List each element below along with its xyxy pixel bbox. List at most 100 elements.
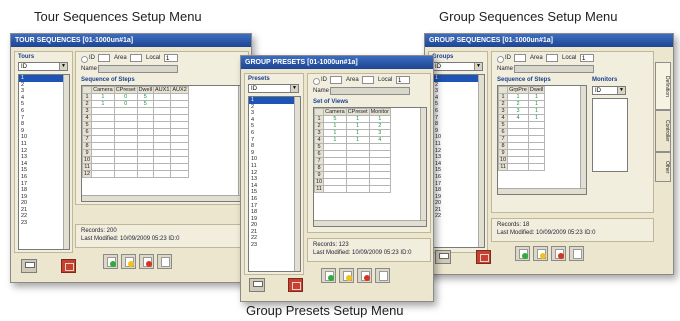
table-cell[interactable] [323,178,347,186]
table-row[interactable]: 8 [82,142,189,150]
steps-grid-hscroll[interactable] [498,188,586,194]
list-item[interactable]: 16 [433,174,484,181]
id-radio[interactable] [313,78,320,85]
table-cell[interactable] [507,163,529,171]
list-item[interactable]: 9 [249,150,300,157]
table-cell[interactable] [323,157,347,165]
column-header[interactable]: CPreset [345,108,370,116]
edit-record-button[interactable] [121,254,136,269]
table-row[interactable]: 1511 [314,115,391,123]
table-cell[interactable] [368,185,391,193]
table-cell[interactable] [170,100,189,108]
local-field[interactable]: 1 [164,54,178,62]
list-item[interactable]: 14 [19,161,69,168]
table-row[interactable]: 2105 [82,100,189,108]
list-item[interactable]: 13 [19,154,69,161]
table-row[interactable]: 11 [314,185,391,193]
table-cell[interactable] [91,142,115,150]
report-button[interactable] [157,254,172,269]
table-cell[interactable]: 4 [507,114,529,122]
list-item[interactable]: 3 [19,88,69,95]
list-item[interactable]: 14 [249,183,300,190]
table-cell[interactable] [136,135,155,143]
close-icon[interactable] [288,278,303,292]
id-radio[interactable] [81,56,88,63]
id-field[interactable] [98,54,110,62]
table-cell[interactable] [153,149,172,157]
table-cell[interactable] [507,149,529,157]
list-item[interactable]: 6 [433,108,484,115]
table-cell[interactable]: 5 [136,100,155,108]
views-grid-hscroll[interactable] [314,220,426,226]
chevron-down-icon[interactable]: ▼ [474,63,482,70]
list-item[interactable]: 21 [433,207,484,214]
list-item[interactable]: 15 [433,167,484,174]
table-cell[interactable] [527,149,546,157]
table-cell[interactable] [153,107,172,115]
tab-controller[interactable]: Controller [655,110,671,152]
table-cell[interactable]: 3 [368,129,391,137]
monitors-list[interactable] [592,98,628,172]
table-row[interactable]: 5 [498,121,546,129]
table-row[interactable]: 9 [82,149,189,157]
list-item[interactable]: 23 [19,220,69,227]
table-cell[interactable] [113,142,138,150]
table-cell[interactable]: 4 [368,136,391,144]
table-row[interactable]: 3 [82,107,189,115]
table-cell[interactable] [136,107,155,115]
printer-icon[interactable] [21,259,37,273]
table-cell[interactable]: 1 [368,115,391,123]
chevron-down-icon[interactable]: ▼ [59,63,67,70]
list-item[interactable]: 15 [19,167,69,174]
table-cell[interactable] [170,163,189,171]
table-cell[interactable] [368,150,391,158]
list-item[interactable]: 11 [19,141,69,148]
local-field[interactable]: 1 [396,76,410,84]
table-cell[interactable] [136,149,155,157]
name-field[interactable] [330,87,410,95]
list-item[interactable]: 16 [249,196,300,203]
table-row[interactable]: 111 [498,93,546,101]
column-header[interactable]: Monitor [368,108,391,116]
steps-grid-vscroll[interactable] [580,86,586,194]
table-cell[interactable] [113,156,138,164]
list-item[interactable]: 1 [433,75,484,82]
table-row[interactable]: 6 [314,150,391,158]
area-field[interactable] [362,76,374,84]
chevron-down-icon[interactable]: ▼ [617,87,625,94]
table-cell[interactable] [368,157,391,165]
table-row[interactable]: 7 [82,135,189,143]
table-cell[interactable] [91,135,115,143]
table-cell[interactable] [113,128,138,136]
table-cell[interactable] [345,143,370,151]
edit-record-button[interactable] [339,268,354,283]
list-item[interactable]: 7 [433,115,484,122]
chevron-down-icon[interactable]: ▼ [290,85,298,92]
list-item[interactable]: 8 [249,143,300,150]
table-cell[interactable] [153,128,172,136]
table-cell[interactable] [170,156,189,164]
list-item[interactable]: 10 [433,134,484,141]
table-row[interactable]: 3113 [314,129,391,137]
table-cell[interactable] [91,121,115,129]
list-item[interactable]: 22 [249,235,300,242]
table-row[interactable]: 10 [314,178,391,186]
table-cell[interactable] [507,128,529,136]
list-item[interactable]: 4 [19,95,69,102]
table-cell[interactable] [153,170,172,178]
id-field[interactable] [514,54,526,62]
table-cell[interactable] [153,135,172,143]
list-item[interactable]: 13 [433,154,484,161]
table-cell[interactable] [345,150,370,158]
list-item[interactable]: 18 [433,187,484,194]
table-cell[interactable] [527,142,546,150]
list-item[interactable]: 17 [19,181,69,188]
table-cell[interactable] [153,142,172,150]
list-item[interactable]: 20 [249,222,300,229]
list-item[interactable]: 19 [249,216,300,223]
table-cell[interactable]: 1 [345,136,370,144]
table-row[interactable]: 7 [498,135,546,143]
list-item[interactable]: 9 [433,128,484,135]
list-item[interactable]: 21 [19,207,69,214]
table-cell[interactable]: 5 [136,93,155,101]
